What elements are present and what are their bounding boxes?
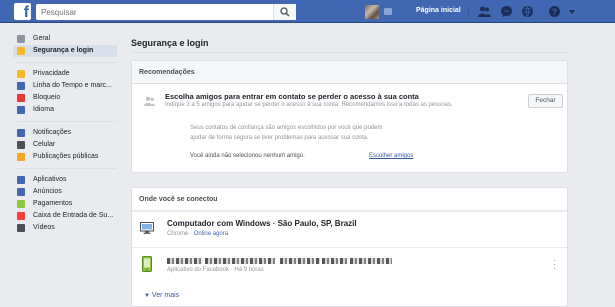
globe-icon [17,129,25,137]
sidebar-item-label: Caixa de Entrada de Su... [33,212,114,219]
sidebar-divider [17,168,117,169]
sidebar-item-block[interactable]: Bloqueio [13,92,117,104]
session-device-location: Computador com Windows · São Paulo, SP, … [167,219,357,228]
svg-text:?: ? [552,8,557,17]
sidebar-item-label: Anúncios [33,188,62,195]
session-time: Há 9 horas [234,267,264,273]
block-icon [17,94,25,102]
choose-friends-link[interactable]: Escolher amigos [369,153,413,159]
sidebar-item-language[interactable]: Idioma [13,104,117,116]
sidebar-item-support-inbox[interactable]: Caixa de Entrada de Su... [13,210,117,222]
timeline-icon [17,82,25,90]
sidebar-item-ads[interactable]: Anúncios [13,186,117,198]
session-status: Online agora [193,231,229,237]
friends-icon[interactable] [478,5,491,18]
sidebar-item-lock[interactable]: Privacidade [13,68,117,80]
sidebar-item-label: Notificações [33,129,72,136]
trusted-contacts-description-line1: Seus contatos de confiança são amigos es… [190,125,383,131]
recommendations-panel: Recomendações Escolha amigos para entrar… [131,60,568,173]
recommendations-header: Recomendações [132,61,567,84]
top-bar: f Página inicial ? [0,0,615,23]
profile-avatar[interactable] [365,5,379,19]
video-icon [17,224,25,232]
sidebar-item-label: Bloqueio [33,94,61,101]
trusted-contacts-icon [144,96,155,106]
title-divider [131,52,568,53]
search-icon [280,7,290,17]
sidebar-item-label: Privacidade [33,70,70,77]
apps-icon [17,176,25,184]
shield-icon [17,47,25,55]
where-logged-in-header: Onde você se conectou [132,188,567,211]
gear-icon [17,35,25,43]
session-device-location-redacted [167,256,393,265]
where-logged-in-panel: Onde você se conectou Computador com Win… [131,187,568,307]
settings-sidebar: Geral Segurança e login Privacidade Linha d… [13,33,117,234]
mobile-icon [17,141,25,149]
payments-icon [17,200,25,208]
account-menu-icon[interactable] [569,10,575,14]
desktop-icon [140,222,154,234]
sidebar-item-apps[interactable]: Aplicativos [13,174,117,186]
sidebar-item-mobile[interactable]: Celular [13,139,117,151]
no-contacts-selected-text: Você ainda não selecionou nenhum amigo. [190,153,305,159]
sidebar-item-label: Aplicativos [33,176,67,183]
session-details: Chrome · Online agora [167,231,229,237]
recommendation-subtitle: Indique 3 a 5 amigos para ajudar se perd… [165,102,453,108]
topbar-divider [468,6,469,18]
sidebar-item-label: Segurança e login [33,47,94,54]
search-input[interactable] [36,4,296,20]
android-phone-icon [142,256,152,272]
messages-icon[interactable] [500,5,513,18]
sidebar-divider [17,121,117,122]
sidebar-item-label: Pagamentos [33,200,73,207]
trusted-contacts-description-line2: ajudar de forma segura se tiver problema… [190,135,369,141]
lock-icon [17,70,25,78]
notifications-icon[interactable] [521,5,534,18]
chevron-down-icon: ▼ [144,293,150,299]
session-app: Aplicativo do Facebook [167,267,230,273]
sidebar-item-video[interactable]: Vídeos [13,222,117,234]
profile-name-redacted[interactable] [384,8,392,15]
sidebar-item-label: Celular [33,141,56,148]
session-row[interactable]: Aplicativo do Facebook · Há 9 horas · · · [132,247,567,283]
sidebar-item-label: Publicações públicas [33,153,99,160]
sidebar-item-timeline[interactable]: Linha do Tempo e marc... [13,80,117,92]
language-icon [17,106,25,114]
session-row[interactable]: Computador com Windows · São Paulo, SP, … [132,211,567,247]
facebook-logo[interactable]: f [14,3,31,20]
rss-icon [17,153,25,161]
sidebar-item-label: Geral [33,35,51,42]
home-link[interactable]: Página inicial [416,7,461,14]
sidebar-item-shield[interactable]: Segurança e login [13,45,117,57]
session-more-options-icon[interactable]: · · · [553,256,556,273]
recommendation-title: Escolha amigos para entrar em contato se… [165,92,419,101]
close-recommendation-button[interactable]: Fechar [528,94,563,108]
search-button[interactable] [273,4,296,20]
sidebar-item-label: Linha do Tempo e marc... [33,82,112,89]
session-details: Aplicativo do Facebook · Há 9 horas [167,267,264,273]
support-inbox-icon [17,212,25,220]
sidebar-item-globe[interactable]: Notificações [13,127,117,139]
ads-icon [17,188,25,196]
sidebar-item-payments[interactable]: Pagamentos [13,198,117,210]
session-browser: Chrome [167,231,189,237]
sidebar-item-label: Vídeos [33,224,55,231]
page-title: Segurança e login [131,38,209,48]
help-icon[interactable]: ? [548,5,561,18]
sidebar-item-rss[interactable]: Publicações públicas [13,151,117,163]
see-more-link[interactable]: ▼ Ver mais [144,292,179,299]
sidebar-item-label: Idioma [33,106,55,113]
sidebar-divider [17,62,117,63]
sidebar-item-gear[interactable]: Geral [13,33,117,45]
